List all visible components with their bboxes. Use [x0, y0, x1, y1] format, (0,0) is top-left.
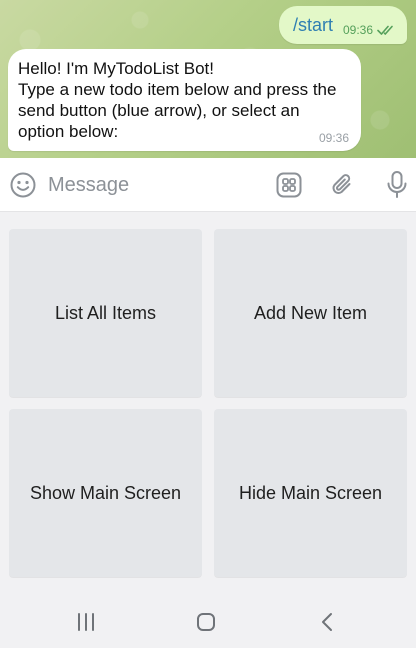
chat-history[interactable]: /start 09:36 Hello! I'm MyTodoList Bot! … [0, 0, 416, 158]
recent-apps-button[interactable] [74, 611, 98, 633]
back-button[interactable] [316, 611, 340, 633]
microphone-icon [387, 171, 407, 198]
attach-button[interactable] [328, 170, 358, 200]
android-navigation-bar [0, 596, 416, 648]
keyboard-icon [276, 172, 302, 198]
hide-main-screen-button[interactable]: Hide Main Screen [214, 409, 407, 577]
smile-icon [10, 172, 36, 198]
list-all-items-button[interactable]: List All Items [9, 229, 202, 397]
home-button[interactable] [194, 611, 218, 633]
outgoing-message-text: /start [292, 14, 333, 35]
incoming-message-text: Hello! I'm MyTodoList Bot! Type a new to… [18, 59, 337, 141]
paperclip-icon [332, 174, 351, 194]
home-icon [197, 613, 215, 631]
voice-record-button[interactable] [382, 169, 412, 201]
outgoing-message-meta: 09:36 [343, 23, 395, 37]
emoji-button[interactable] [8, 170, 38, 200]
outgoing-message-time: 09:36 [342, 23, 373, 37]
message-input[interactable] [48, 170, 258, 200]
message-input-bar [0, 158, 416, 212]
incoming-message[interactable]: Hello! I'm MyTodoList Bot! Type a new to… [8, 49, 361, 151]
back-icon [322, 613, 332, 631]
bot-reply-keyboard: List All Items Add New Item Show Main Sc… [0, 212, 416, 596]
show-main-screen-button[interactable]: Show Main Screen [9, 409, 202, 577]
add-new-item-button[interactable]: Add New Item [214, 229, 407, 397]
double-check-icon [377, 25, 393, 35]
recent-apps-icon [78, 613, 94, 631]
bot-keyboard-button[interactable] [274, 170, 304, 200]
telegram-chat-screen: /start 09:36 Hello! I'm MyTodoList Bot! … [0, 0, 416, 648]
outgoing-message[interactable]: /start 09:36 [278, 6, 407, 44]
incoming-message-time: 09:36 [318, 131, 349, 145]
